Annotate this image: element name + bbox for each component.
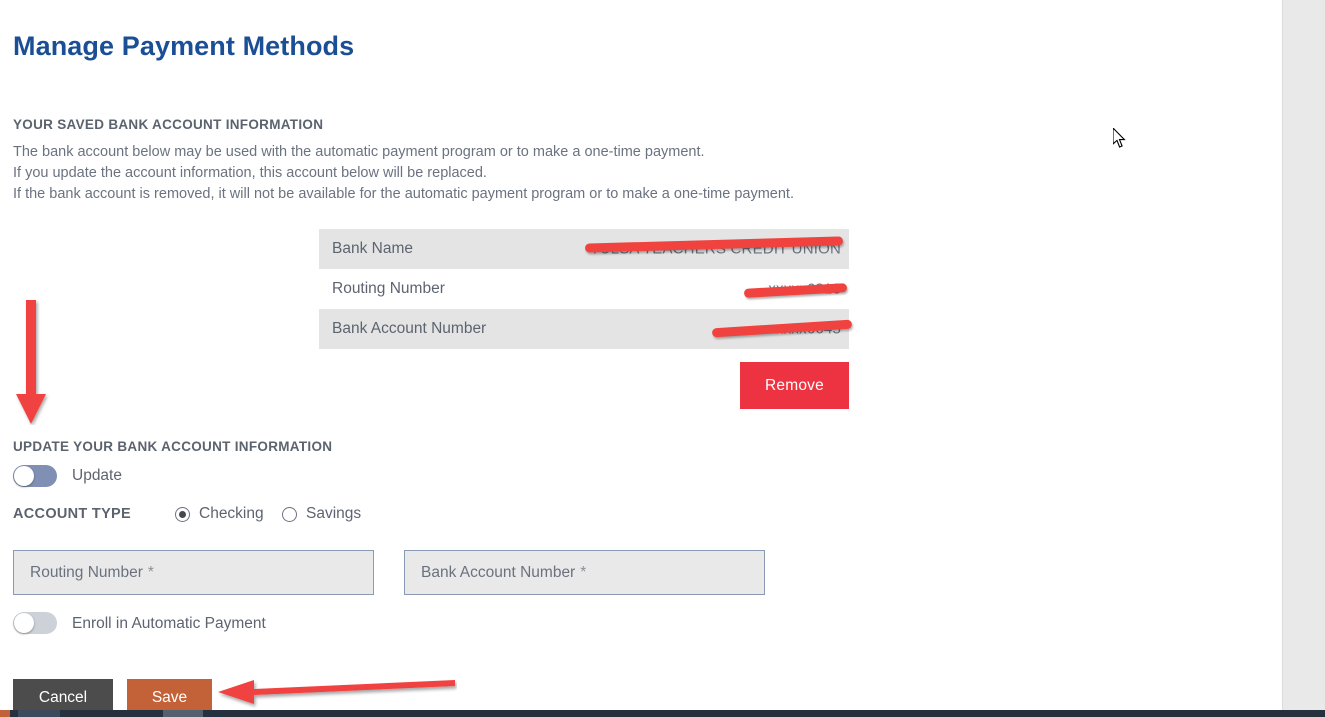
update-account-section-heading: UPDATE YOUR BANK ACCOUNT INFORMATION [13, 439, 333, 454]
toggle-knob [14, 613, 34, 633]
row-label: Routing Number [332, 280, 445, 297]
required-marker: * [147, 563, 154, 581]
radio-option-checking[interactable]: Checking [175, 505, 264, 523]
info-line-2: If you update the account information, t… [13, 165, 487, 181]
enroll-automatic-payment-label: Enroll in Automatic Payment [72, 615, 266, 632]
table-row: Bank Account Number xxxxxx6645 [319, 309, 853, 349]
enroll-automatic-payment-toggle[interactable] [13, 612, 57, 634]
radio-button-savings[interactable] [282, 506, 297, 522]
update-toggle[interactable] [13, 465, 57, 487]
taskbar-item[interactable] [163, 710, 203, 717]
update-toggle-label: Update [72, 467, 122, 484]
table-row: Bank Name TULSA TEACHERS CREDIT UNION [319, 229, 849, 269]
account-type-label: ACCOUNT TYPE [13, 506, 131, 522]
info-line-3: If the bank account is removed, it will … [13, 186, 794, 202]
routing-number-placeholder: Routing Number [30, 563, 143, 581]
required-marker: * [580, 563, 587, 581]
table-row: Routing Number xxxxx6818 [319, 269, 849, 309]
radio-button-checking[interactable] [175, 506, 190, 522]
bank-account-number-placeholder: Bank Account Number [421, 563, 576, 581]
page-right-gutter [1282, 0, 1325, 710]
remove-button[interactable]: Remove [740, 362, 849, 409]
row-label: Bank Account Number [332, 320, 487, 337]
radio-label-savings[interactable]: Savings [306, 505, 361, 523]
info-line-1: The bank account below may be used with … [13, 144, 705, 160]
bank-account-number-input[interactable]: Bank Account Number * [404, 550, 765, 595]
taskbar-item[interactable] [18, 710, 60, 717]
page-title: Manage Payment Methods [13, 31, 355, 61]
page-content: Manage Payment Methods YOUR SAVED BANK A… [0, 0, 1282, 717]
taskbar-item[interactable] [0, 710, 10, 717]
row-label: Bank Name [332, 240, 413, 257]
radio-label-checking[interactable]: Checking [199, 505, 264, 523]
saved-account-section-heading: YOUR SAVED BANK ACCOUNT INFORMATION [13, 117, 324, 132]
toggle-knob [14, 466, 34, 486]
radio-option-savings[interactable]: Savings [282, 505, 361, 523]
saved-bank-account-table: Bank Name TULSA TEACHERS CREDIT UNION Ro… [319, 229, 853, 349]
routing-number-input[interactable]: Routing Number * [13, 550, 374, 595]
